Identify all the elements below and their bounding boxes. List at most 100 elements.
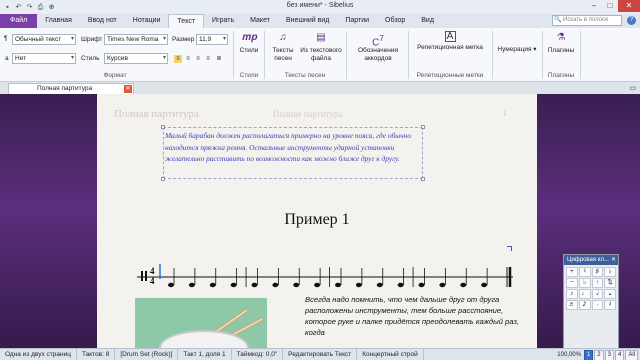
maximize-button[interactable]: □	[602, 0, 618, 12]
keypad-key[interactable]: +	[566, 267, 578, 277]
status-pitch[interactable]: Концертный строй	[357, 349, 424, 360]
font-select[interactable]: Times New Roma	[104, 34, 168, 45]
tab-6[interactable]: Макет	[242, 14, 278, 28]
view-button[interactable]: 2	[594, 350, 604, 360]
keypad-key[interactable]: ♭	[604, 267, 616, 277]
note-head[interactable]	[209, 282, 216, 288]
paragraph-icon[interactable]: ¶	[4, 35, 8, 42]
tab-10[interactable]: Вид	[413, 14, 442, 28]
minimize-button[interactable]: –	[586, 0, 602, 12]
ribbon-search-input[interactable]: Искать в полосе	[552, 15, 622, 26]
close-icon[interactable]: ✕	[611, 255, 616, 265]
note-head[interactable]	[376, 282, 383, 288]
align-justify-icon[interactable]: ≡	[204, 55, 212, 63]
undo-icon[interactable]: ↶	[14, 3, 23, 12]
format-more-icon[interactable]: ≣	[215, 55, 223, 63]
score-canvas[interactable]: Полная партитура Полная партитура 1 Малы…	[0, 94, 640, 348]
note-head[interactable]	[460, 282, 467, 288]
note-head[interactable]	[335, 282, 341, 288]
align-center-icon[interactable]: ≡	[184, 55, 192, 63]
note-head[interactable]	[439, 282, 446, 288]
keypad-key[interactable]: 𝄽	[604, 300, 616, 310]
instruction-text[interactable]: Малый барабан должен располагаться приме…	[165, 130, 425, 165]
zoom-icon[interactable]: ⊕	[47, 3, 56, 12]
view-button[interactable]: All	[625, 350, 638, 360]
document-tabs: Полная партитура ✕	[0, 82, 640, 94]
keypad-key[interactable]: 𝅘𝅥𝅯	[578, 300, 591, 310]
tab-7[interactable]: Внешний вид	[278, 14, 337, 28]
close-button[interactable]: ✕	[618, 0, 640, 12]
tab-8[interactable]: Партии	[337, 14, 377, 28]
status-timecode: Таймкод: 0,0"	[232, 349, 284, 360]
help-icon[interactable]: ?	[627, 16, 636, 25]
keypad-title: Цифровая кл... ✕	[564, 255, 618, 265]
quick-access-toolbar: ▪ ↶ ↷ ⎙ ⊕	[0, 3, 56, 12]
print-icon[interactable]: ⎙	[36, 3, 45, 12]
selection-handle[interactable]	[161, 177, 165, 181]
lyrics-button[interactable]: ♫ Тексты песен	[268, 31, 298, 62]
view-button[interactable]: 4	[614, 350, 625, 360]
tab-0[interactable]: Файл	[0, 14, 38, 28]
styles-group-label: Стили	[239, 72, 259, 79]
keypad-key[interactable]: ·	[591, 300, 604, 310]
example-title[interactable]: Пример 1	[97, 211, 537, 229]
keypad-key[interactable]: ♩	[578, 289, 591, 299]
keypad-key[interactable]: ♪	[566, 289, 578, 299]
keypad-key[interactable]: −	[566, 278, 578, 288]
rehearsal-mark-button[interactable]: A Репетиционная метка	[414, 31, 486, 52]
numbering-button[interactable]: Нумерация ▾	[496, 46, 538, 54]
keypad-key[interactable]: ♬	[566, 300, 578, 310]
keypad-key[interactable]: 𝅝	[604, 289, 616, 299]
save-icon[interactable]: ▪	[3, 3, 12, 12]
keypad-key[interactable]: ♭	[578, 278, 591, 288]
score-page[interactable]: Полная партитура Полная партитура 1 Малы…	[97, 94, 537, 348]
view-button[interactable]: 3	[604, 350, 614, 360]
size-select[interactable]: 11,9	[196, 34, 228, 45]
note-head[interactable]	[251, 282, 258, 288]
format-group-label: Формат	[103, 72, 127, 79]
keypad-key[interactable]: ↑	[591, 278, 604, 288]
tab-1[interactable]: Главная	[37, 14, 80, 28]
note-head[interactable]	[314, 282, 321, 288]
tab-9[interactable]: Обзор	[377, 14, 413, 28]
ribbon-tabs: Файл Главная Ввод нот Нотации Текст Играть Мак…	[0, 14, 640, 28]
keypad-key[interactable]: ♮	[578, 267, 591, 277]
styles-button[interactable]: 𝒎𝒑 Стили	[238, 31, 260, 55]
keypad-key[interactable]: ⇅	[604, 278, 616, 288]
lyrics-from-file-button[interactable]: ▤ Из текстового файла	[300, 31, 342, 62]
redo-icon[interactable]: ↷	[25, 3, 34, 12]
panel-toggle-icon[interactable]: ▭	[629, 84, 636, 92]
note-head[interactable]	[481, 282, 488, 288]
note-head[interactable]	[230, 282, 237, 288]
note-head[interactable]	[293, 282, 300, 288]
note-head[interactable]	[355, 282, 362, 288]
keypad-key[interactable]: 𝅗𝅥	[591, 289, 604, 299]
note-head[interactable]	[188, 282, 195, 288]
note-head[interactable]	[418, 282, 425, 288]
style-select[interactable]: Курсив	[104, 53, 168, 64]
note-head[interactable]	[397, 282, 404, 288]
align-right-icon[interactable]: ≡	[194, 55, 202, 63]
tab-5[interactable]: Играть	[204, 14, 242, 28]
close-tab-icon[interactable]: ✕	[124, 85, 132, 93]
align-left-icon[interactable]: ≡	[174, 55, 182, 63]
document-tab-full-score[interactable]: Полная партитура ✕	[8, 83, 134, 94]
percussion-staff[interactable]: 4 4	[137, 262, 513, 292]
selection-handle[interactable]	[161, 125, 165, 129]
tab-4[interactable]: Текст	[168, 14, 205, 28]
selection-handle[interactable]	[421, 177, 425, 181]
body-paragraph[interactable]: Всегда надо помнить, что чем дальше друг…	[305, 294, 520, 338]
note-head[interactable]	[272, 282, 279, 288]
view-button[interactable]: 1	[583, 350, 594, 360]
font-label: Шрифт	[81, 36, 103, 43]
variant-select[interactable]: Нет	[12, 53, 76, 64]
chord-symbols-button[interactable]: C7 Обозначения аккордов	[352, 31, 404, 62]
tab-2[interactable]: Ввод нот	[80, 14, 125, 28]
text-style-select[interactable]: Обычный текст	[12, 34, 76, 45]
plugins-button[interactable]: ⚗ Плагины	[546, 31, 576, 55]
selection-handle[interactable]	[421, 125, 425, 129]
zoom-level[interactable]: 100,00%	[555, 351, 583, 360]
tab-3[interactable]: Нотации	[125, 14, 169, 28]
note-head[interactable]	[168, 282, 174, 288]
keypad-key[interactable]: ♯	[591, 267, 604, 277]
